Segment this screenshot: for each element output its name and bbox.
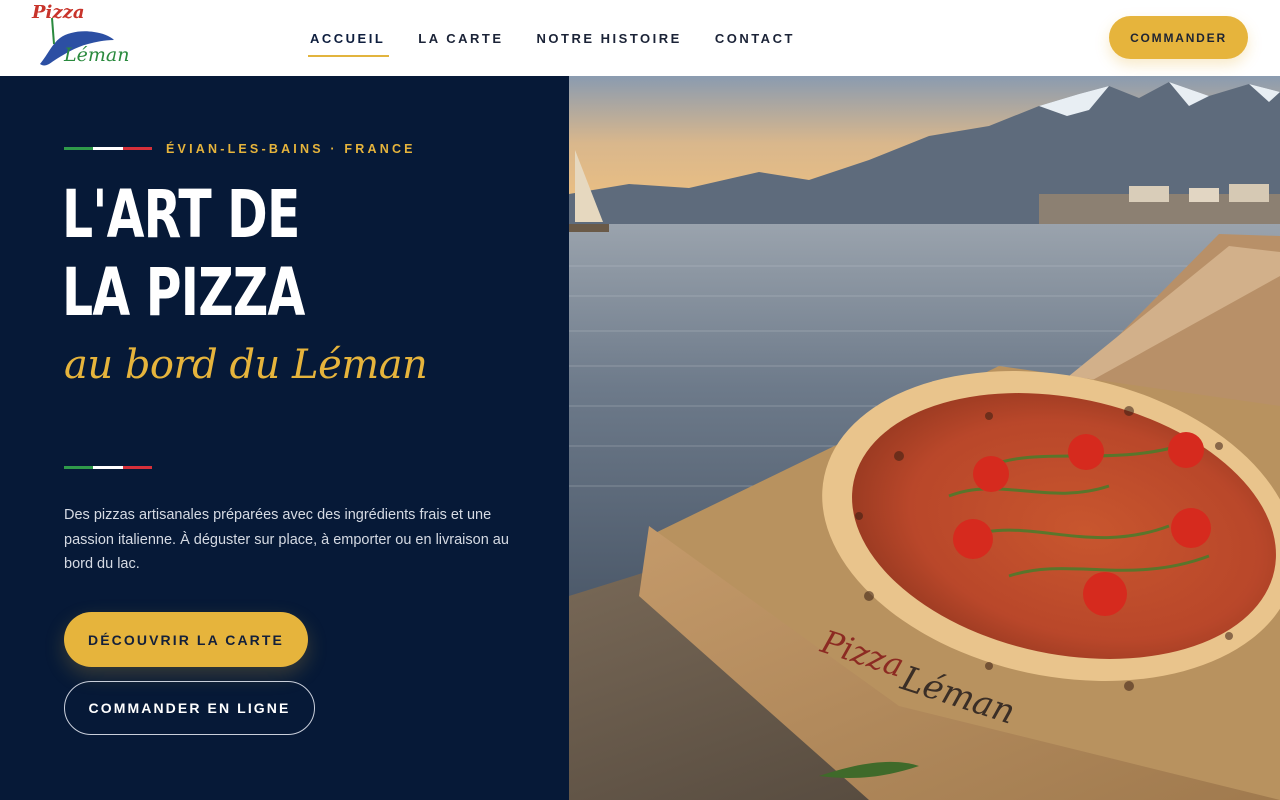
hero-eyebrow: ÉVIAN-LES-BAINS · FRANCE <box>166 142 416 156</box>
italian-flag-divider <box>64 466 152 469</box>
main-nav: ACCUEIL LA CARTE NOTRE HISTOIRE CONTACT <box>307 0 828 76</box>
logo[interactable]: Pizza Léman <box>30 2 129 72</box>
nav-item-notre-histoire[interactable]: NOTRE HISTOIRE <box>537 0 682 76</box>
nav-item-accueil[interactable]: ACCUEIL <box>307 0 390 76</box>
order-online-button[interactable]: COMMANDER EN LIGNE <box>64 681 315 735</box>
site-header: Pizza Léman ACCUEIL LA CARTE NOTRE HISTO… <box>0 0 1280 76</box>
discover-menu-button[interactable]: DÉCOUVRIR LA CARTE <box>64 612 308 667</box>
italian-flag-divider <box>64 147 152 150</box>
hero-text-panel: ÉVIAN-LES-BAINS · FRANCE L'ART DE LA PIZ… <box>0 76 569 800</box>
hero-title: L'ART DE LA PIZZA <box>62 176 305 332</box>
order-button[interactable]: COMMANDER <box>1109 16 1248 59</box>
nav-item-la-carte[interactable]: LA CARTE <box>418 0 503 76</box>
hero-photo-pizza-lake: Pizza Léman <box>569 76 1280 800</box>
logo-word-pizza: Pizza <box>32 2 85 23</box>
hero-title-line-2: LA PIZZA <box>62 254 305 331</box>
hero-description: Des pizzas artisanales préparées avec de… <box>64 507 509 572</box>
logo-word-leman: Léman <box>64 44 130 66</box>
nav-item-contact[interactable]: CONTACT <box>715 0 795 76</box>
hero-title-line-1: L'ART DE <box>62 176 300 253</box>
hero-image: Pizza Léman <box>569 76 1280 800</box>
hero-subtitle: au bord du Léman <box>64 342 428 388</box>
